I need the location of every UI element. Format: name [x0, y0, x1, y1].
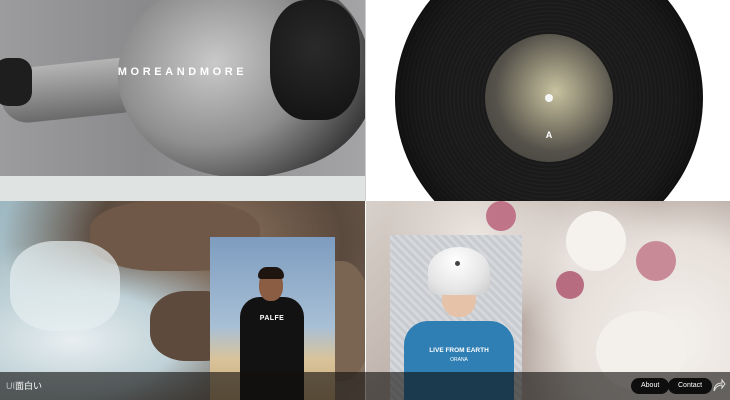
contact-button[interactable]: Contact — [668, 378, 713, 394]
figure-head — [270, 0, 360, 120]
wave-foam — [10, 241, 120, 331]
pink-rose — [486, 201, 516, 231]
hoodie-print: PALFE — [259, 315, 285, 322]
share-arrow-icon[interactable] — [712, 379, 726, 393]
vinyl-spindle-hole — [545, 94, 553, 102]
project-tile-rocks[interactable]: PALFE — [0, 201, 365, 400]
pale-stripe — [0, 176, 365, 201]
shirt-print-line2: ORANA — [450, 357, 468, 363]
bottom-bar: UI面白い About Contact — [0, 372, 730, 400]
brand-wordmark: MOREANDMORE — [117, 66, 248, 78]
side-letter: A — [545, 130, 553, 140]
pink-rose — [636, 241, 676, 281]
helmet-vent — [455, 261, 460, 266]
person-hair — [258, 267, 284, 279]
pink-rose — [556, 271, 584, 299]
logo-text: 面白い — [15, 381, 43, 391]
project-tile-vinyl[interactable]: A — [366, 0, 730, 201]
logo-prefix: UI — [6, 381, 15, 391]
project-tile-moreandmore[interactable]: MOREANDMORE — [0, 0, 365, 176]
helmet — [428, 247, 490, 295]
site-logo[interactable]: UI面白い — [6, 379, 42, 392]
shirt-print-line1: LIVE FROM EARTH — [429, 347, 489, 354]
project-tile-flowers[interactable]: LIVE FROM EARTH ORANA — [366, 201, 730, 400]
about-button[interactable]: About — [631, 378, 670, 394]
vinyl-record: A — [395, 0, 703, 201]
white-rose — [566, 211, 626, 271]
